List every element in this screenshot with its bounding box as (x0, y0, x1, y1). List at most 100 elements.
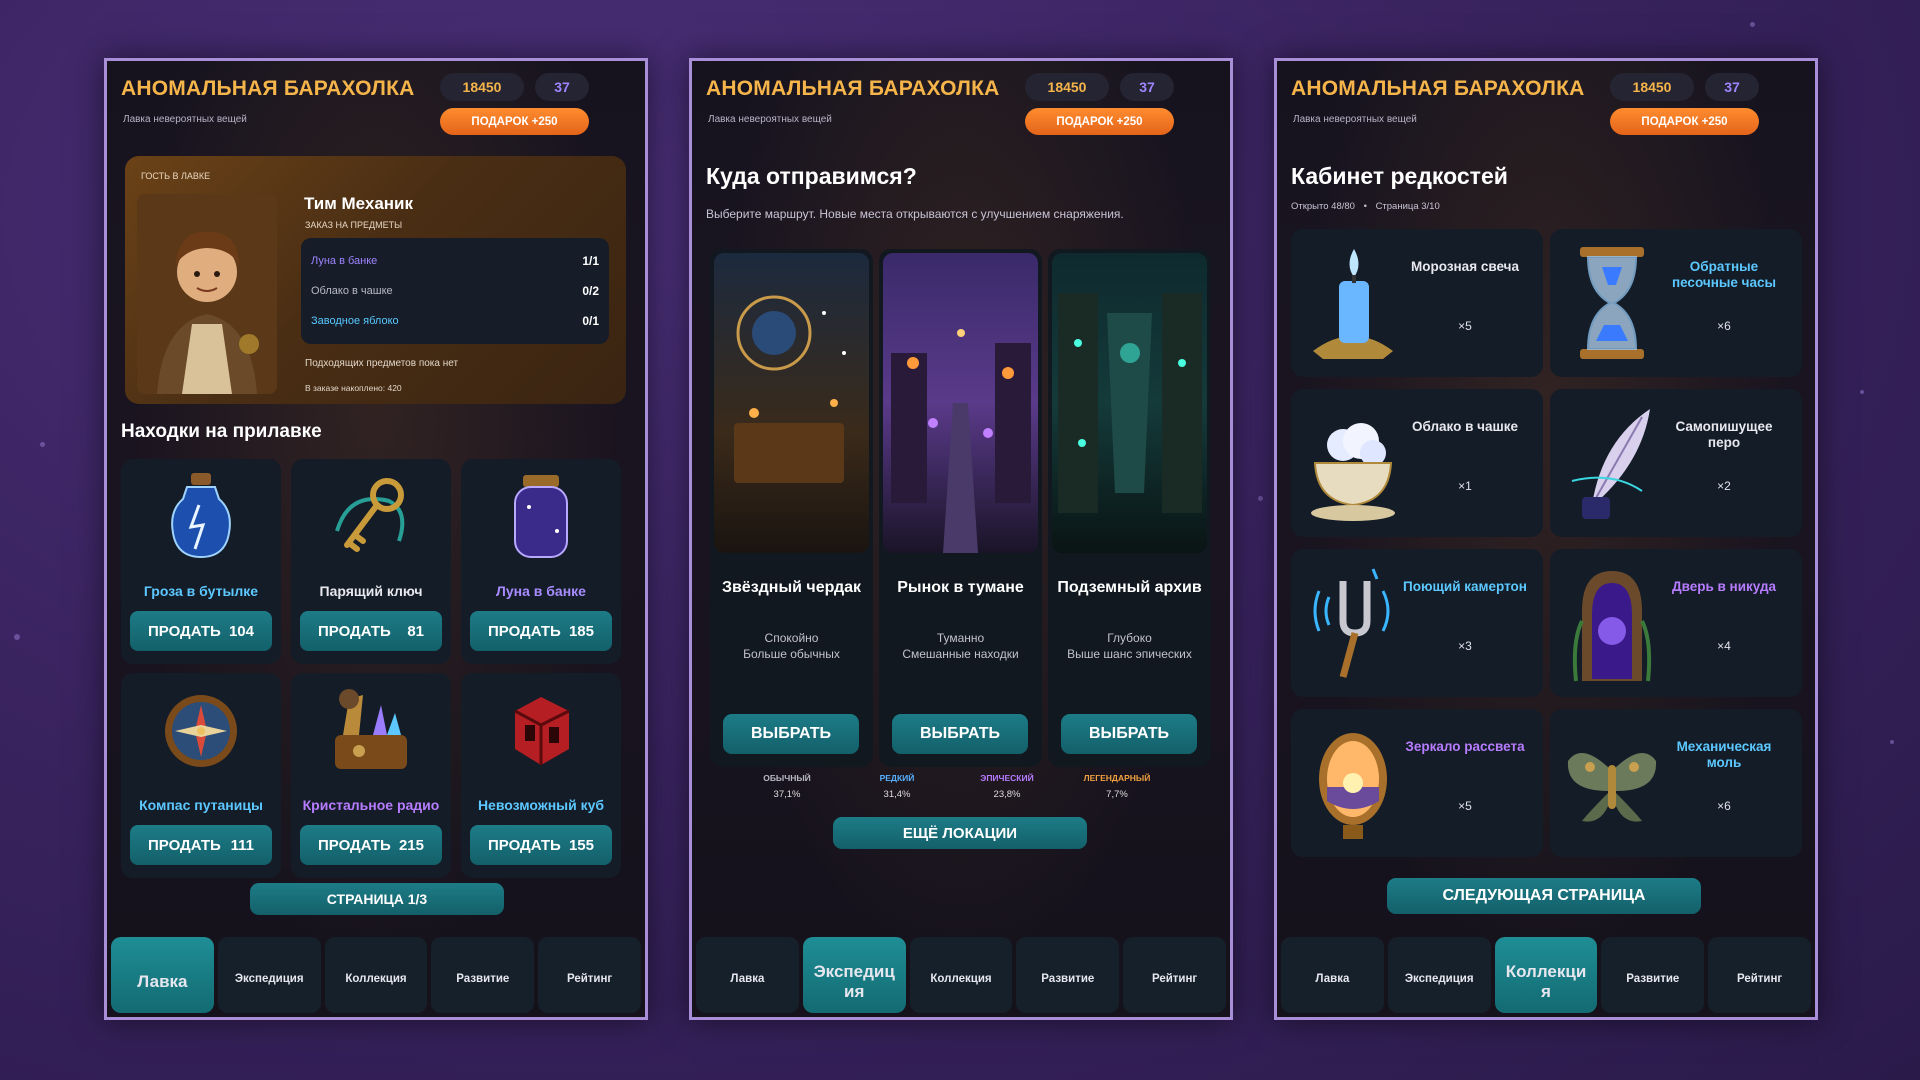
collection-separator: • (1363, 201, 1367, 212)
tab-collection[interactable]: Коллекция (909, 937, 1013, 1013)
page-button[interactable]: СТРАНИЦА 1/3 (250, 883, 504, 915)
next-page-button[interactable]: СЛЕДУЮЩАЯ СТРАНИЦА (1387, 878, 1701, 914)
tab-rating[interactable]: Рейтинг (538, 937, 641, 1013)
more-locations-button[interactable]: ЕЩЁ ЛОКАЦИИ (833, 817, 1087, 849)
collection-page: Страница 3/10 (1375, 201, 1440, 212)
location-name: Звёздный чердак (721, 578, 862, 596)
gems-counter: 37 (1705, 73, 1759, 101)
tab-expedition[interactable]: Экспедиц ия (802, 937, 906, 1013)
sell-button[interactable]: ПРОДАТЬ 215 (300, 825, 442, 865)
tab-collection[interactable]: Коллекция (324, 937, 428, 1013)
sell-button[interactable]: ПРОДАТЬ 155 (470, 825, 612, 865)
choose-button[interactable]: ВЫБРАТЬ (1061, 714, 1197, 754)
background-dot (1860, 390, 1864, 394)
rarity-value: 37,1% (773, 789, 801, 800)
rarity-rare: РЕДКИЙ 31,4% (842, 773, 952, 809)
tuning-fork-icon (1303, 561, 1403, 685)
sell-button[interactable]: ПРОДАТЬ 185 (470, 611, 612, 651)
bottle-lightning-icon (159, 471, 243, 561)
app-header: АНОМАЛЬНАЯ БАРАХОЛКА Лавка невероятных в… (1277, 61, 1815, 143)
shop-screen: АНОМАЛЬНАЯ БАРАХОЛКА Лавка невероятных в… (104, 58, 648, 1020)
guest-name: Тим Механик (304, 194, 414, 213)
location-card[interactable]: Подземный архив Глубоко Выше шанс эпичес… (1048, 249, 1211, 767)
gift-button[interactable]: ПОДАРОК +250 (440, 108, 589, 135)
collection-item-count: ×2 (1717, 479, 1731, 493)
collection-item-name: Морозная свеча (1411, 259, 1519, 274)
sell-label: ПРОДАТЬ (488, 836, 561, 854)
sell-button[interactable]: ПРОДАТЬ 81 (300, 611, 442, 651)
location-bonus: Выше шанс эпических (1067, 646, 1192, 661)
location-bonus: Смешанные находки (902, 646, 1019, 661)
guest-portrait (137, 194, 277, 394)
location-mood: Спокойно (764, 631, 819, 645)
collection-screen: АНОМАЛЬНАЯ БАРАХОЛКА Лавка невероятных в… (1274, 58, 1818, 1020)
choose-button[interactable]: ВЫБРАТЬ (723, 714, 859, 754)
collection-card[interactable]: Механическая моль ×6 (1550, 709, 1802, 857)
expedition-screen: АНОМАЛЬНАЯ БАРАХОЛКА Лавка невероятных в… (689, 58, 1233, 1020)
tab-progress[interactable]: Развитие (431, 937, 535, 1013)
item-card: Луна в банке ПРОДАТЬ 185 (461, 459, 621, 664)
order-item-name: Луна в банке (311, 255, 378, 267)
collection-card[interactable]: Зеркало рассвета ×5 (1291, 709, 1543, 857)
rarity-name: ОБЫЧНЫЙ (763, 773, 811, 783)
guest-card: ГОСТЬ В ЛАВКЕ Тим Механик ЗАКАЗ НА ПРЕДМ… (125, 156, 626, 404)
tab-rating[interactable]: Рейтинг (1123, 937, 1226, 1013)
order-item: Заводное яблоко 0/1 (311, 306, 599, 336)
location-card[interactable]: Звёздный чердак Спокойно Больше обычных … (710, 249, 873, 767)
tab-shop[interactable]: Лавка (696, 937, 799, 1013)
hourglass-icon (1562, 241, 1662, 365)
collection-item-count: ×6 (1717, 799, 1731, 813)
sell-price: 81 (407, 622, 424, 640)
order-item-name: Заводное яблоко (311, 315, 399, 327)
tab-collection[interactable]: Коллекци я (1494, 937, 1598, 1013)
crystal-radio-icon (329, 685, 413, 775)
tab-rating[interactable]: Рейтинг (1708, 937, 1811, 1013)
guest-tag: ГОСТЬ В ЛАВКЕ (141, 171, 211, 181)
background-dot (1258, 496, 1263, 501)
item-card: Кристальное радио ПРОДАТЬ 215 (291, 673, 451, 878)
sell-label: ПРОДАТЬ (148, 622, 221, 640)
sell-price: 104 (228, 622, 254, 640)
tab-shop[interactable]: Лавка (111, 937, 214, 1013)
collection-item-count: ×4 (1717, 639, 1731, 653)
gift-button[interactable]: ПОДАРОК +250 (1610, 108, 1759, 135)
tab-progress[interactable]: Развитие (1601, 937, 1705, 1013)
collection-card[interactable]: Обратные песочные часы ×6 (1550, 229, 1802, 377)
impossible-cube-icon (499, 685, 583, 775)
location-mood: Туманно (936, 631, 985, 645)
quill-icon (1562, 401, 1662, 525)
tab-progress[interactable]: Развитие (1016, 937, 1120, 1013)
rarity-name: ЛЕГЕНДАРНЫЙ (1083, 773, 1151, 783)
sell-button[interactable]: ПРОДАТЬ 111 (130, 825, 272, 865)
tab-expedition[interactable]: Экспедиция (1387, 937, 1491, 1013)
collection-card[interactable]: Облако в чашке ×1 (1291, 389, 1543, 537)
moon-jar-icon (499, 471, 583, 561)
tab-shop[interactable]: Лавка (1281, 937, 1384, 1013)
tab-expedition[interactable]: Экспедиция (217, 937, 321, 1013)
collection-card[interactable]: Самопишущее перо ×2 (1550, 389, 1802, 537)
coins-counter: 18450 (440, 73, 524, 101)
choose-button[interactable]: ВЫБРАТЬ (892, 714, 1028, 754)
item-name: Луна в банке (496, 583, 586, 599)
collection-item-count: ×1 (1458, 479, 1472, 493)
collection-item-name: Обратные песочные часы (1671, 259, 1777, 291)
collection-card[interactable]: Дверь в никуда ×4 (1550, 549, 1802, 697)
location-card[interactable]: Рынок в тумане Туманно Смешанные находки… (879, 249, 1042, 767)
collection-card[interactable]: Морозная свеча ×5 (1291, 229, 1543, 377)
collection-opened: Открыто 48/80 (1291, 201, 1355, 212)
order-list: Луна в банке 1/1 Облако в чашке 0/2 Заво… (301, 238, 609, 344)
rarity-common: ОБЫЧНЫЙ 37,1% (732, 773, 842, 809)
rarity-value: 7,7% (1106, 789, 1128, 800)
collection-item-count: ×3 (1458, 639, 1472, 653)
collection-meta: Открыто 48/80 • Страница 3/10 (1291, 201, 1440, 212)
app-title: АНОМАЛЬНАЯ БАРАХОЛКА (1291, 77, 1585, 100)
sell-button[interactable]: ПРОДАТЬ 104 (130, 611, 272, 651)
app-subtitle: Лавка невероятных вещей (123, 114, 247, 125)
collection-item-name: Дверь в никуда (1671, 579, 1777, 594)
collection-card[interactable]: Поющий камертон ×3 (1291, 549, 1543, 697)
foggy-market-image (883, 253, 1038, 553)
background-dot (1890, 740, 1894, 744)
location-mood: Глубоко (1107, 631, 1152, 645)
app-subtitle: Лавка невероятных вещей (1293, 114, 1417, 125)
gift-button[interactable]: ПОДАРОК +250 (1025, 108, 1174, 135)
